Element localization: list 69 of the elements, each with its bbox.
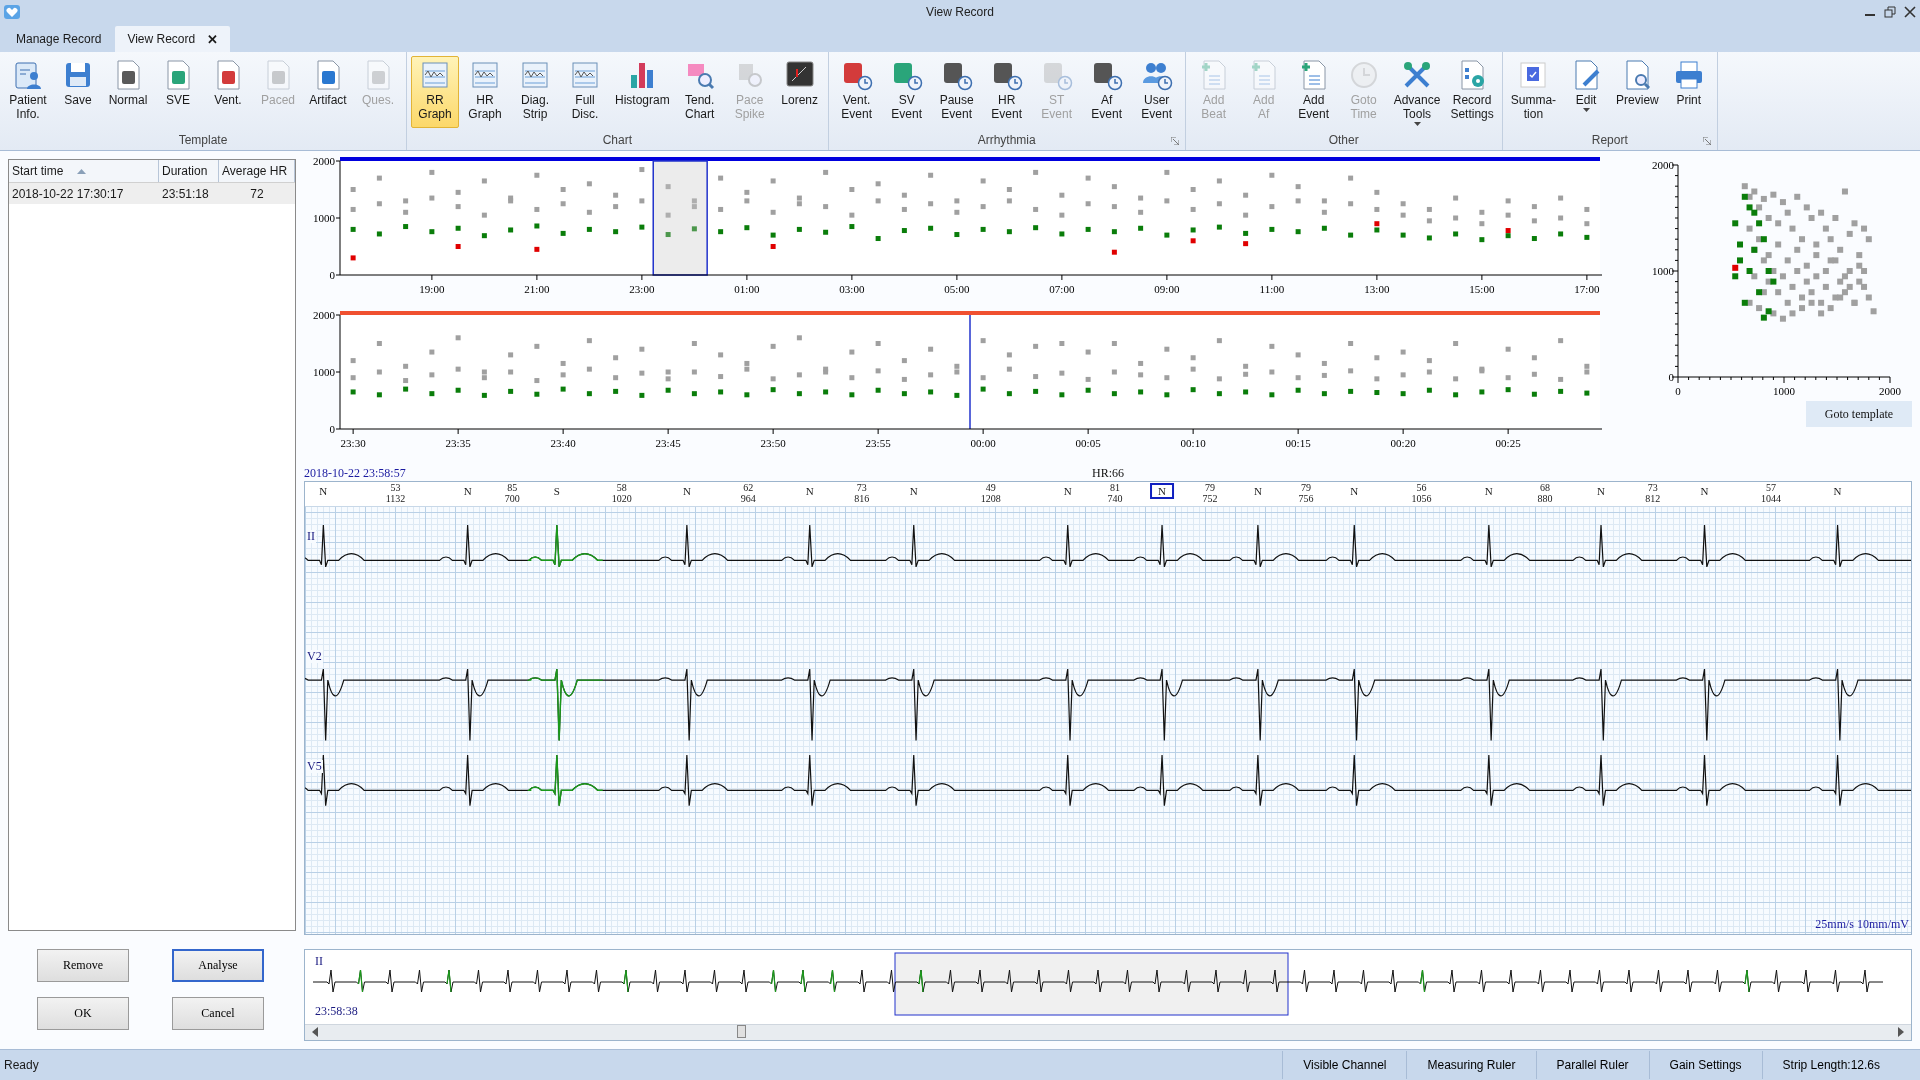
axis-label: 15:00	[1469, 283, 1495, 295]
axis-label: 0	[329, 423, 335, 435]
interval-label: 73 812	[1645, 482, 1661, 504]
lead-label: II	[306, 530, 316, 543]
axis-label: 1000	[313, 212, 335, 224]
interval-label: 68 880	[1537, 482, 1553, 504]
group-title: Report	[1591, 132, 1628, 149]
interval-label: 81 740	[1107, 482, 1123, 504]
axis-label: 1000	[1652, 265, 1674, 277]
interval-label: 57 1044	[1761, 482, 1782, 504]
axis-label: 09:00	[1154, 283, 1180, 295]
table-cell-text: 72	[249, 185, 265, 203]
axis-label: 1000	[313, 366, 335, 378]
axis-label: 0	[329, 269, 335, 281]
axis-label: 0	[1668, 371, 1674, 383]
interval-label: 62 964	[740, 482, 756, 504]
axis-label: 00:10	[1180, 437, 1206, 449]
interval-label: 56 1056	[1411, 482, 1432, 504]
interval-label: 85 700	[504, 482, 520, 504]
axis-label: 00:05	[1075, 437, 1101, 449]
axis-label: 07:00	[1049, 283, 1075, 295]
tab-label: View Record	[127, 32, 196, 46]
strip-timestamp: 2018-10-22 23:58:57	[304, 466, 407, 481]
group-title: Chart	[602, 132, 632, 149]
overview-timestamp: 23:58:38	[315, 1004, 358, 1019]
interval-label: 73 816	[854, 482, 870, 504]
group-title: Other	[1328, 132, 1359, 149]
group-title: Template	[178, 132, 228, 149]
heart-rate-label: HR:66	[1092, 466, 1124, 481]
axis-label: 17:00	[1574, 283, 1600, 295]
axis-label: 23:30	[340, 437, 366, 449]
status-text: Ready	[3, 1058, 40, 1072]
axis-label: 2000	[1652, 159, 1674, 171]
axis-label: 23:35	[445, 437, 471, 449]
interval-label: 53 1132	[385, 482, 406, 504]
axis-label: 23:45	[655, 437, 681, 449]
interval-label: 79 756	[1298, 482, 1314, 504]
axis-label: 1000	[1773, 385, 1795, 397]
lead-label: V2	[306, 650, 323, 663]
interval-label: 58 1020	[611, 482, 632, 504]
axis-label: 05:00	[944, 283, 970, 295]
axis-label: 23:55	[865, 437, 891, 449]
axis-label: 03:00	[839, 283, 865, 295]
window-title: View Record	[926, 5, 994, 19]
axis-label: 23:50	[760, 437, 786, 449]
axis-label: 0	[1675, 385, 1681, 397]
axis-label: 11:00	[1259, 283, 1285, 295]
interval-label: 49 1208	[980, 482, 1001, 504]
axis-label: 2000	[1879, 385, 1901, 397]
axis-label: 21:00	[524, 283, 550, 295]
axis-label: 00:20	[1390, 437, 1416, 449]
table-cell-text: 2018-10-22 17:30:17	[11, 185, 125, 203]
axis-label: 23:00	[629, 283, 655, 295]
speed-gain-label: 25mm/s 10mm/mV	[1815, 917, 1909, 932]
axis-label: 2000	[313, 309, 335, 321]
axis-label: 23:40	[550, 437, 576, 449]
axis-label: 13:00	[1364, 283, 1390, 295]
axis-label: 19:00	[419, 283, 445, 295]
axis-label: 00:25	[1495, 437, 1521, 449]
interval-label: 79 752	[1202, 482, 1218, 504]
axis-label: 2000	[313, 155, 335, 167]
axis-label: 00:15	[1285, 437, 1311, 449]
table-cell-text: 23:51:18	[161, 185, 210, 203]
tab-label: Manage Record	[16, 32, 102, 46]
lead-label: V5	[306, 760, 323, 773]
axis-label: 00:00	[970, 437, 996, 449]
axis-label: 01:00	[734, 283, 760, 295]
group-title: Arrhythmia	[977, 132, 1036, 149]
lead-label: II	[315, 954, 323, 969]
